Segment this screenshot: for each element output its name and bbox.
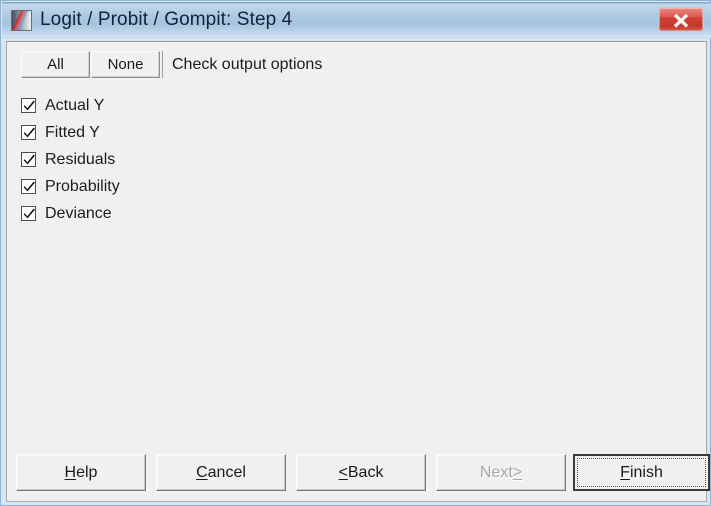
- finish-button-rest: inish: [629, 463, 663, 481]
- checkmark-icon: [23, 181, 35, 192]
- cancel-button-rest: ancel: [207, 463, 246, 481]
- checkbox-actual-y[interactable]: [21, 98, 36, 113]
- finish-button-accel: F: [620, 463, 630, 481]
- select-toolbar: All None Check output options: [21, 51, 322, 78]
- output-options-list: Actual Y Fitted Y Residuals Probability …: [21, 92, 361, 227]
- checkbox-fitted-y[interactable]: [21, 125, 36, 140]
- select-all-button[interactable]: All: [21, 51, 90, 78]
- checkbox-deviance[interactable]: [21, 206, 36, 221]
- back-button-accel: <: [338, 463, 348, 481]
- option-row-fitted-y[interactable]: Fitted Y: [21, 119, 361, 146]
- cancel-button[interactable]: Cancel: [156, 454, 286, 491]
- close-x-icon: [673, 13, 689, 28]
- next-button: Next >: [436, 454, 566, 491]
- option-row-actual-y[interactable]: Actual Y: [21, 92, 361, 119]
- help-button-rest: elp: [76, 463, 98, 481]
- help-button-accel: H: [64, 463, 77, 481]
- checkmark-icon: [23, 208, 35, 219]
- back-button[interactable]: < Back: [296, 454, 426, 491]
- option-row-deviance[interactable]: Deviance: [21, 200, 361, 227]
- option-label-probability: Probability: [45, 177, 120, 195]
- option-row-probability[interactable]: Probability: [21, 173, 361, 200]
- close-button[interactable]: [658, 7, 704, 32]
- window-title: Logit / Probit / Gompit: Step 4: [40, 9, 293, 30]
- dialog-window: Logit / Probit / Gompit: Step 4 All None…: [0, 0, 711, 506]
- dialog-client-area: All None Check output options Actual Y F…: [6, 41, 710, 502]
- option-label-deviance: Deviance: [45, 204, 112, 222]
- checkbox-probability[interactable]: [21, 179, 36, 194]
- next-button-prefix: Next: [479, 463, 513, 481]
- dialog-button-bar: Help Cancel < Back Next > Finish: [7, 454, 710, 494]
- help-button[interactable]: Help: [16, 454, 146, 491]
- checkmark-icon: [23, 127, 35, 138]
- back-button-rest: Back: [347, 463, 384, 481]
- next-button-accel: >: [512, 463, 523, 481]
- option-label-residuals: Residuals: [45, 150, 116, 168]
- option-label-actual-y: Actual Y: [45, 96, 105, 114]
- instruction-label: Check output options: [172, 55, 323, 73]
- option-label-fitted-y: Fitted Y: [45, 123, 100, 141]
- checkmark-icon: [23, 100, 35, 111]
- select-none-button[interactable]: None: [91, 51, 160, 78]
- option-row-residuals[interactable]: Residuals: [21, 146, 361, 173]
- toolbar-separator: [162, 51, 163, 78]
- title-bar[interactable]: Logit / Probit / Gompit: Step 4: [2, 2, 711, 38]
- finish-button[interactable]: Finish: [573, 454, 710, 491]
- cancel-button-accel: C: [196, 463, 208, 481]
- checkmark-icon: [23, 154, 35, 165]
- app-gradient-icon: [11, 10, 32, 31]
- checkbox-residuals[interactable]: [21, 152, 36, 167]
